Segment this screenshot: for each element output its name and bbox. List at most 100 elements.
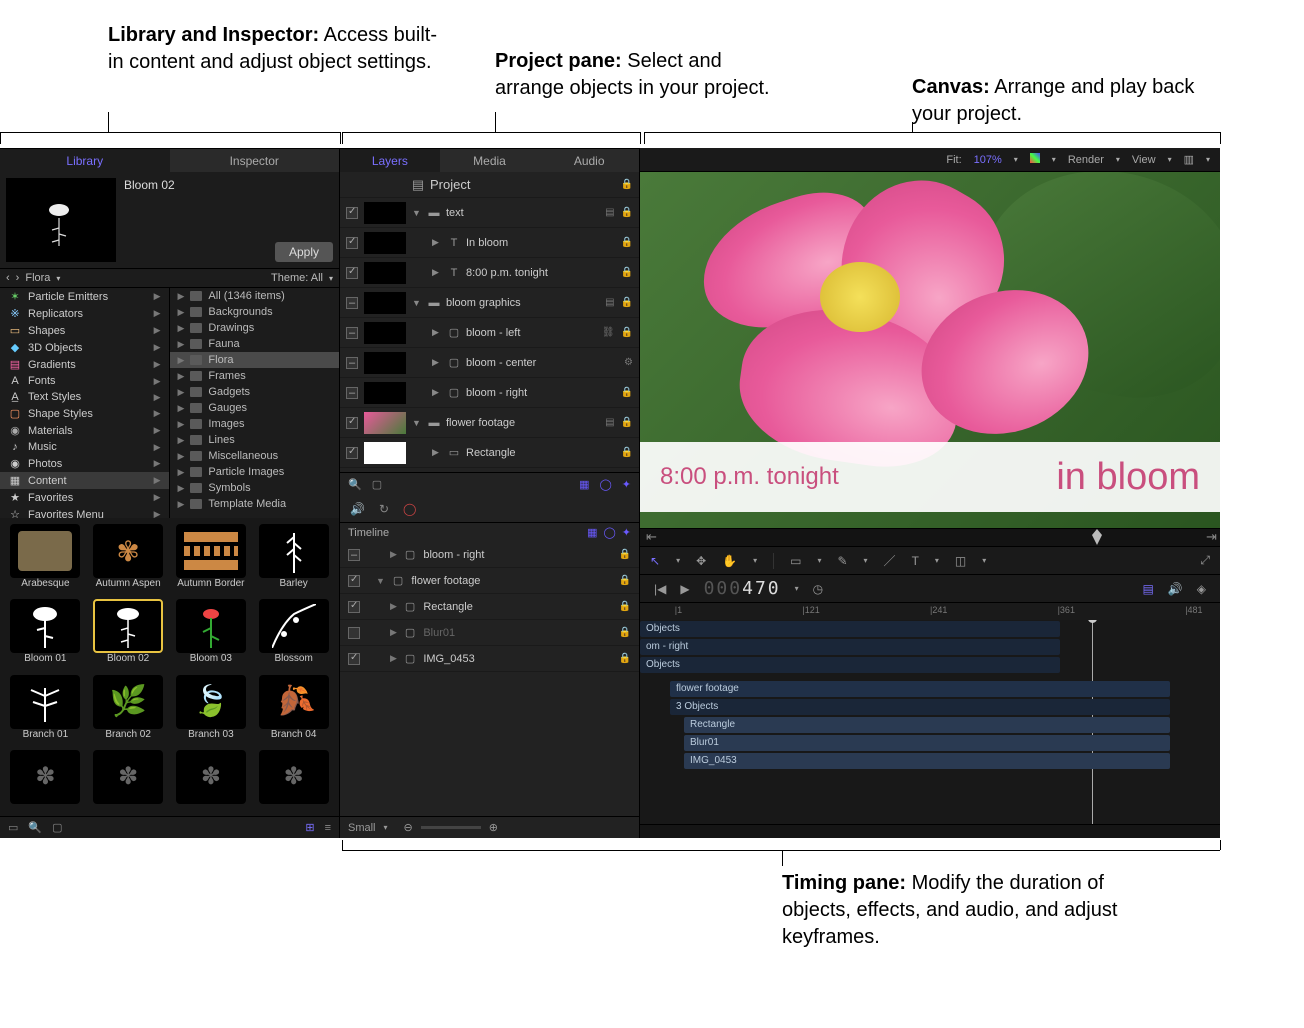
layer-checkbox[interactable] — [346, 237, 358, 249]
layer-checkbox[interactable] — [346, 447, 358, 459]
behavior-icon[interactable]: ◯ — [603, 526, 615, 539]
track-bar[interactable]: flower footage — [670, 681, 1170, 697]
text-tool-icon[interactable]: T — [912, 554, 919, 568]
timeline-row-rectangle[interactable]: ▶ ▢ Rectangle🔒 — [340, 594, 639, 620]
clock-icon[interactable]: ◷ — [813, 582, 823, 596]
category-favorites[interactable]: ★Favorites▶ — [0, 489, 169, 506]
lock-icon[interactable]: 🔒 — [621, 237, 633, 248]
folder-template-media[interactable]: ▶Template Media — [170, 496, 340, 512]
track-bar[interactable]: Objects — [640, 657, 1060, 673]
layer-checkbox[interactable]: – — [346, 387, 358, 399]
category-text-styles[interactable]: A̲Text Styles▶ — [0, 389, 169, 405]
folder-flora[interactable]: ▶Flora — [170, 352, 340, 368]
disclosure-icon[interactable]: ▶ — [390, 627, 397, 638]
link-icon[interactable]: ⛓ — [602, 327, 615, 338]
layer-row-bloom-center[interactable]: –▶▢bloom - center⚙ — [340, 348, 639, 378]
track-rectangle[interactable]: Rectangle — [640, 716, 1210, 734]
frame-counter[interactable]: 000470 — [704, 578, 781, 599]
tab-inspector[interactable]: Inspector — [170, 148, 340, 172]
tab-media[interactable]: Media — [440, 148, 540, 172]
grid-item-empty[interactable]: ✽ — [172, 750, 251, 810]
lock-icon[interactable]: 🔒 — [619, 549, 631, 560]
grid-item-bloom-03[interactable]: Bloom 03 — [172, 599, 251, 670]
size-dropdown[interactable]: Small — [348, 822, 376, 834]
lock-icon[interactable]: 🔒 — [621, 327, 633, 338]
grid-item-empty[interactable]: ✽ — [6, 750, 85, 810]
play-icon[interactable]: ▶ — [680, 582, 689, 596]
folder-backgrounds[interactable]: ▶Backgrounds — [170, 304, 340, 320]
grid-item-bloom-01[interactable]: Bloom 01 — [6, 599, 85, 670]
timeline-row-bloom-right[interactable]: –▶ ▢ bloom - right🔒 — [340, 542, 639, 568]
category-music[interactable]: ♪Music▶ — [0, 439, 169, 455]
layers-list[interactable]: ▼▬text▤ 🔒▶TIn bloom🔒▶T8:00 p.m. tonight🔒… — [340, 198, 639, 472]
category-replicators[interactable]: ※Replicators▶ — [0, 305, 169, 322]
track-objects[interactable]: Objects — [640, 656, 1210, 674]
tab-library[interactable]: Library — [0, 148, 170, 172]
timeline-checkbox[interactable] — [348, 601, 360, 613]
nav-fwd-icon[interactable]: › — [16, 272, 20, 284]
track-bar[interactable]: Rectangle — [684, 717, 1170, 733]
category-photos[interactable]: ◉Photos▶ — [0, 455, 169, 472]
search-icon[interactable]: 🔍 — [348, 478, 362, 491]
folder-all-1346-items-[interactable]: ▶All (1346 items) — [170, 288, 340, 304]
category-content[interactable]: ▦Content▶ — [0, 472, 169, 489]
track-3-objects[interactable]: 3 Objects — [640, 698, 1210, 716]
timeline-layer-list[interactable]: –▶ ▢ bloom - right🔒▼ ▢ flower footage🔒▶ … — [340, 542, 639, 816]
lock-icon[interactable]: 🔒 — [621, 417, 633, 428]
color-channels-icon[interactable] — [1030, 153, 1040, 166]
fit-icon[interactable]: ▢ — [372, 478, 382, 491]
grid-item-branch-01[interactable]: Branch 01 — [6, 675, 85, 746]
category-shape-styles[interactable]: ▢Shape Styles▶ — [0, 405, 169, 422]
behavior-icon[interactable]: ◯ — [599, 478, 611, 491]
rectangle-tool-icon[interactable]: ▭ — [790, 554, 801, 568]
disclosure-icon[interactable]: ▶ — [390, 601, 397, 612]
grid-item-autumn-aspen[interactable]: ✾Autumn Aspen — [89, 524, 168, 595]
timeline-scrollbar[interactable] — [640, 824, 1220, 838]
layer-checkbox[interactable] — [346, 207, 358, 219]
disclosure-icon[interactable]: ▶ — [390, 549, 397, 560]
grid-item-arabesque[interactable]: Arabesque — [6, 524, 85, 595]
zoom-slider[interactable] — [421, 826, 481, 829]
category-shapes[interactable]: ▭Shapes▶ — [0, 322, 169, 339]
loop-icon[interactable]: ↻ — [379, 502, 389, 516]
layer-checkbox[interactable]: – — [346, 327, 358, 339]
timeline-row-img-0453[interactable]: ▶ ▢ IMG_0453🔒 — [340, 646, 639, 672]
disclosure-icon[interactable]: ▶ — [432, 447, 442, 458]
layer-row-flower-footage[interactable]: ▼▬flower footage▤ 🔒 — [340, 408, 639, 438]
stack-icon[interactable]: ▤ — [605, 297, 614, 308]
mask-icon[interactable]: ▦ — [587, 526, 597, 539]
folder-symbols[interactable]: ▶Symbols — [170, 480, 340, 496]
category-fonts[interactable]: AFonts▶ — [0, 373, 169, 389]
disclosure-icon[interactable]: ▶ — [432, 387, 442, 398]
grid-item-blossom[interactable]: Blossom — [254, 599, 333, 670]
folder-gauges[interactable]: ▶Gauges — [170, 400, 340, 416]
layer-row-text[interactable]: ▼▬text▤ 🔒 — [340, 198, 639, 228]
grid-item-bloom-02[interactable]: Bloom 02 — [89, 599, 168, 670]
disclosure-icon[interactable]: ▶ — [432, 267, 442, 278]
track-img-0453[interactable]: IMG_0453 — [640, 752, 1210, 770]
layer-checkbox[interactable]: – — [346, 357, 358, 369]
lock-icon[interactable]: 🔒 — [621, 179, 633, 190]
mask-tool-icon[interactable]: ◫ — [955, 554, 966, 568]
folder-drawings[interactable]: ▶Drawings — [170, 320, 340, 336]
zoom-value[interactable]: 107% — [974, 154, 1002, 166]
disclosure-icon[interactable]: ▼ — [412, 208, 422, 218]
audio-toggle-icon[interactable]: 🔊 — [1168, 582, 1183, 596]
track-bar[interactable]: Blur01 — [684, 735, 1170, 751]
grid-item-branch-03[interactable]: 🍃Branch 03 — [172, 675, 251, 746]
lock-icon[interactable]: 🔒 — [621, 297, 633, 308]
zoom-out-icon[interactable]: ⊖ — [404, 821, 413, 834]
paint-tool-icon[interactable]: ✎ — [837, 554, 847, 568]
new-folder-icon[interactable]: ▢ — [52, 821, 62, 834]
track-bar[interactable]: Objects — [640, 621, 1060, 637]
grid-item-barley[interactable]: Barley — [254, 524, 333, 595]
nav-back-icon[interactable]: ‹ — [6, 272, 10, 284]
keyframe-editor-icon[interactable]: ◈ — [1197, 582, 1206, 596]
lock-icon[interactable]: 🔒 — [621, 447, 633, 458]
layer-checkbox[interactable]: – — [346, 297, 358, 309]
track-flower-footage[interactable]: flower footage — [640, 680, 1210, 698]
disclosure-icon[interactable]: ▶ — [432, 237, 442, 248]
timeline-checkbox[interactable]: – — [348, 549, 360, 561]
track-objects[interactable]: Objects — [640, 620, 1210, 638]
folder-particle-images[interactable]: ▶Particle Images — [170, 464, 340, 480]
